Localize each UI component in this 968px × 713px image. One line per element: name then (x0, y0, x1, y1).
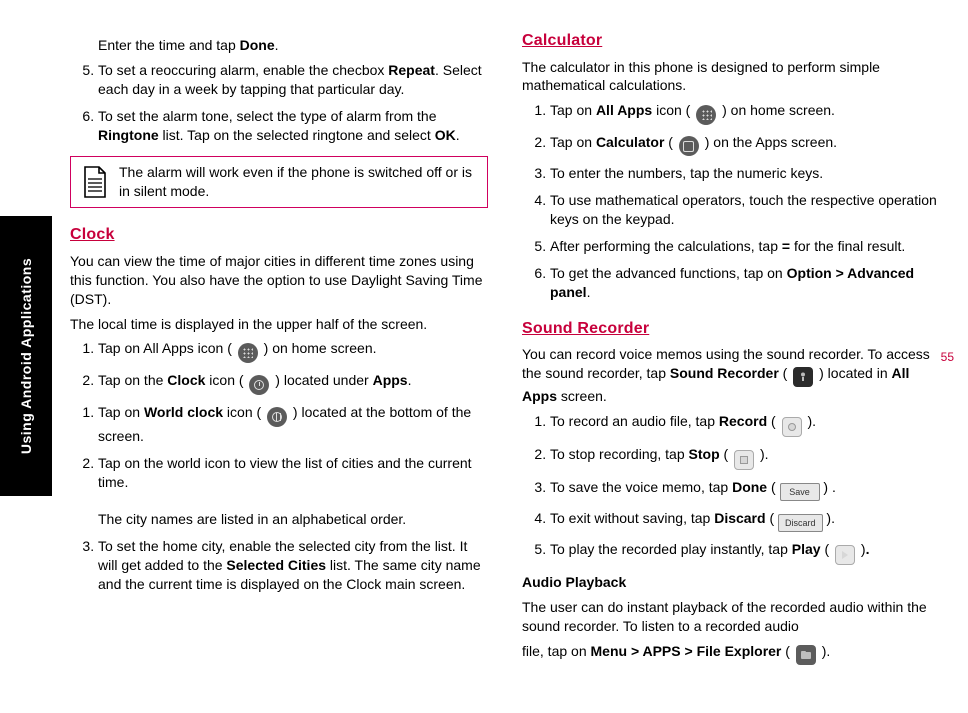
sound-recorder-icon (793, 367, 813, 387)
clock-title: Clock (70, 224, 488, 246)
file-explorer-icon (796, 645, 816, 665)
note-box: The alarm will work even if the phone is… (70, 156, 488, 208)
note-text: The alarm will work even if the phone is… (119, 163, 477, 201)
audio-playback-title: Audio Playback (522, 573, 940, 592)
left-column: Enter the time and tap Done. To set a re… (70, 30, 488, 671)
calc-step-4: To use mathematical operators, touch the… (550, 191, 940, 229)
sound-recorder-intro: You can record voice memos using the sou… (522, 345, 940, 406)
calc-step-6: To get the advanced functions, tap on Op… (550, 264, 940, 302)
clock-steps-a: Tap on All Apps icon ( ) on home screen.… (70, 339, 488, 395)
note-icon (81, 165, 109, 199)
step-intro: Enter the time and tap Done. (98, 36, 488, 55)
sr-step-5: To play the recorded play instantly, tap… (550, 540, 940, 565)
sr-step-4: To exit without saving, tap Discard ( Di… (550, 509, 940, 532)
right-column: Calculator The calculator in this phone … (522, 30, 940, 671)
clock-step-b2: Tap on the world icon to view the list o… (98, 454, 488, 530)
calc-step-5: After performing the calculations, tap =… (550, 237, 940, 256)
clock-p1: You can view the time of major cities in… (70, 252, 488, 309)
play-icon (835, 545, 855, 565)
calc-step-1: Tap on All Apps icon ( ) on home screen. (550, 101, 940, 125)
audio-playback-p1: The user can do instant playback of the … (522, 598, 940, 636)
sr-step-2: To stop recording, tap Stop ( ). (550, 445, 940, 470)
calculator-steps: Tap on All Apps icon ( ) on home screen.… (522, 101, 940, 301)
clock-p2: The local time is displayed in the upper… (70, 315, 488, 334)
clock-step-b3: To set the home city, enable the selecte… (98, 537, 488, 594)
page-content: Enter the time and tap Done. To set a re… (70, 30, 940, 671)
alarm-step-5: To set a reoccuring alarm, enable the ch… (98, 61, 488, 99)
calc-step-3: To enter the numbers, tap the numeric ke… (550, 164, 940, 183)
calc-step-2: Tap on Calculator ( ) on the Apps screen… (550, 133, 940, 157)
clock-step-a1: Tap on All Apps icon ( ) on home screen. (98, 339, 488, 363)
calculator-intro: The calculator in this phone is designed… (522, 58, 940, 96)
audio-playback-p2: file, tap on Menu > APPS > File Explorer… (522, 642, 940, 665)
clock-step-a2: Tap on the Clock icon ( ) located under … (98, 371, 488, 395)
discard-button-icon: Discard (778, 514, 823, 532)
stop-icon (734, 450, 754, 470)
clock-steps-b: Tap on World clock icon ( ) located at t… (70, 403, 488, 594)
world-clock-icon (267, 407, 287, 427)
record-icon (782, 417, 802, 437)
save-button-icon: Save (780, 483, 820, 501)
alarm-steps: To set a reoccuring alarm, enable the ch… (70, 61, 488, 145)
sound-recorder-steps: To record an audio file, tap Record ( ).… (522, 412, 940, 565)
all-apps-icon (696, 105, 716, 125)
alarm-step-6: To set the alarm tone, select the type o… (98, 107, 488, 145)
page-number: 55 (941, 350, 954, 364)
sr-step-3: To save the voice memo, tap Done ( Save … (550, 478, 940, 501)
sr-step-1: To record an audio file, tap Record ( ). (550, 412, 940, 437)
all-apps-icon (238, 343, 258, 363)
side-tab: Using Android Applications (0, 216, 52, 496)
calculator-title: Calculator (522, 30, 940, 52)
clock-icon (249, 375, 269, 395)
side-tab-label: Using Android Applications (18, 258, 34, 454)
sound-recorder-title: Sound Recorder (522, 318, 940, 340)
calculator-icon (679, 136, 699, 156)
clock-step-b1: Tap on World clock icon ( ) located at t… (98, 403, 488, 446)
